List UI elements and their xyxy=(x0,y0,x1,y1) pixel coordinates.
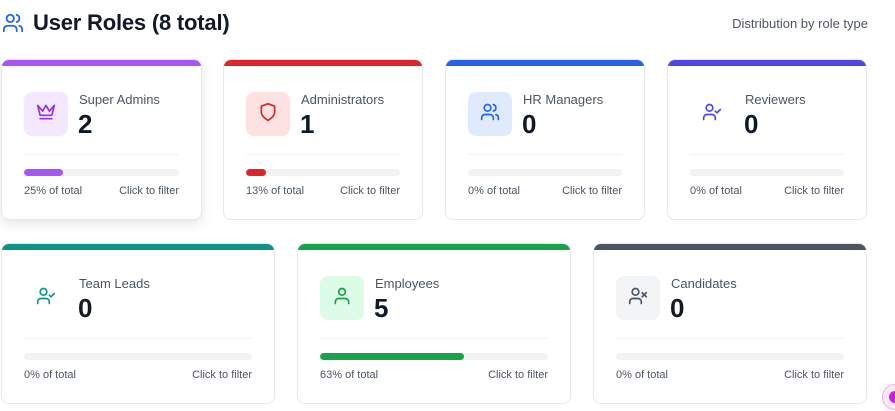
card-icon-box xyxy=(320,276,364,320)
card-accent-bar xyxy=(224,60,422,66)
card-accent-bar xyxy=(446,60,644,66)
progress-fill xyxy=(246,169,267,176)
progress-track xyxy=(24,353,252,360)
page-header: User Roles (8 total) Distribution by rol… xyxy=(0,0,895,48)
filter-link[interactable]: Click to filter xyxy=(784,369,844,381)
percent-of-total: 63% of total xyxy=(320,369,379,381)
role-count: 1 xyxy=(300,109,315,139)
role-card-employees[interactable]: Employees 5 63% of total Click to filter xyxy=(297,243,571,404)
role-count: 0 xyxy=(522,109,537,139)
role-card-team-leads[interactable]: Team Leads 0 0% of total Click to filter xyxy=(1,243,275,404)
user-check-icon xyxy=(36,286,56,311)
filter-link[interactable]: Click to filter xyxy=(340,185,400,197)
card-icon-box xyxy=(24,276,68,320)
crown-icon xyxy=(36,102,56,127)
filter-link[interactable]: Click to filter xyxy=(119,185,179,197)
role-count: 0 xyxy=(670,293,685,323)
progress-fill xyxy=(24,169,63,176)
user-check-icon xyxy=(702,102,722,127)
card-divider xyxy=(24,338,252,339)
progress-track xyxy=(690,169,844,176)
progress-track xyxy=(246,169,400,176)
user-icon xyxy=(332,286,352,311)
role-label: Team Leads xyxy=(79,276,150,291)
role-count: 2 xyxy=(78,109,93,139)
card-icon-box xyxy=(690,92,734,136)
role-count: 0 xyxy=(78,293,93,323)
role-card-candidates[interactable]: Candidates 0 0% of total Click to filter xyxy=(593,243,867,404)
percent-of-total: 13% of total xyxy=(246,185,305,197)
card-icon-box xyxy=(468,92,512,136)
card-accent-bar xyxy=(668,60,866,66)
role-label: HR Managers xyxy=(523,92,604,107)
percent-of-total: 25% of total xyxy=(24,185,83,197)
role-label: Reviewers xyxy=(745,92,806,107)
card-divider xyxy=(616,338,844,339)
users-icon xyxy=(2,12,24,34)
card-divider xyxy=(246,154,400,155)
users-icon xyxy=(480,102,500,127)
role-card-administrators[interactable]: Administrators 1 13% of total Click to f… xyxy=(223,59,423,220)
filter-link[interactable]: Click to filter xyxy=(562,185,622,197)
card-icon-box xyxy=(24,92,68,136)
role-label: Candidates xyxy=(671,276,737,291)
role-card-reviewers[interactable]: Reviewers 0 0% of total Click to filter xyxy=(667,59,867,220)
role-count: 0 xyxy=(744,109,759,139)
filter-link[interactable]: Click to filter xyxy=(192,369,252,381)
percent-of-total: 0% of total xyxy=(468,185,520,197)
filter-link[interactable]: Click to filter xyxy=(488,369,548,381)
assistant-icon xyxy=(889,391,895,403)
progress-track xyxy=(468,169,622,176)
card-divider xyxy=(320,338,548,339)
filter-link[interactable]: Click to filter xyxy=(784,185,844,197)
role-label: Super Admins xyxy=(79,92,160,107)
card-accent-bar xyxy=(2,244,274,250)
role-card-super-admins[interactable]: Super Admins 2 25% of total Click to fil… xyxy=(1,59,202,220)
progress-track xyxy=(320,353,548,360)
percent-of-total: 0% of total xyxy=(616,369,668,381)
page-title: User Roles (8 total) xyxy=(33,10,230,35)
role-label: Employees xyxy=(375,276,440,291)
percent-of-total: 0% of total xyxy=(690,185,742,197)
card-divider xyxy=(690,154,844,155)
card-divider xyxy=(468,154,622,155)
page-subtitle: Distribution by role type xyxy=(732,16,868,31)
card-icon-box xyxy=(616,276,660,320)
progress-track xyxy=(24,169,179,176)
user-x-icon xyxy=(628,286,648,311)
card-divider xyxy=(24,154,179,155)
card-accent-bar xyxy=(594,244,866,250)
role-count: 5 xyxy=(374,293,389,323)
percent-of-total: 0% of total xyxy=(24,369,76,381)
progress-track xyxy=(616,353,844,360)
progress-fill xyxy=(320,353,464,360)
role-label: Administrators xyxy=(301,92,385,107)
floating-assistant-button[interactable] xyxy=(882,384,895,410)
shield-icon xyxy=(258,102,278,127)
card-icon-box xyxy=(246,92,290,136)
role-card-hr-managers[interactable]: HR Managers 0 0% of total Click to filte… xyxy=(445,59,645,220)
card-accent-bar xyxy=(298,244,570,250)
card-accent-bar xyxy=(2,60,201,66)
